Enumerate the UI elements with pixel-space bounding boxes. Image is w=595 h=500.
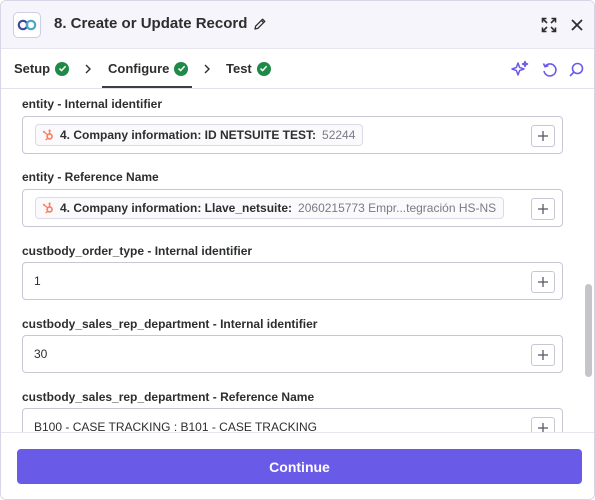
field-label: custbody_order_type - Internal identifie… [22,244,253,258]
field-value: B100 - CASE TRACKING : B101 - CASE TRACK… [34,420,317,432]
active-tab-indicator [102,86,192,88]
pill-value: 52244 [322,128,356,142]
plus-icon [538,277,548,287]
plus-icon [538,204,548,214]
tab-configure[interactable]: Configure [108,61,189,76]
hubspot-icon [42,129,53,141]
sparkle-icon[interactable] [511,60,529,78]
pencil-icon[interactable] [253,17,267,31]
add-mapping-button[interactable] [531,417,555,432]
add-mapping-button[interactable] [531,125,555,147]
sales-rep-department-id-input[interactable]: 30 [22,335,563,373]
check-circle-icon [55,61,70,76]
search-icon[interactable] [567,60,585,78]
chevron-right-icon [204,64,210,74]
entity-reference-name-input[interactable]: 4. Company information: Llave_netsuite: … [22,189,563,227]
step-tabs: Setup Configure Test [1,49,594,89]
field-label: custbody_sales_rep_department - Internal… [22,317,318,331]
entity-internal-id-input[interactable]: 4. Company information: ID NETSUITE TEST… [22,116,563,154]
add-mapping-button[interactable] [531,198,555,220]
fields-scroll-area[interactable]: entity - Internal identifier 4. Company … [1,90,594,432]
check-circle-icon [256,61,271,76]
continue-button[interactable]: Continue [17,449,582,484]
close-icon[interactable] [568,16,586,34]
field-label: entity - Reference Name [22,170,159,184]
field-value: 30 [34,347,48,361]
mapped-value-pill[interactable]: 4. Company information: ID NETSUITE TEST… [35,124,364,146]
tab-test-label: Test [226,61,252,76]
expand-icon[interactable] [540,16,558,34]
chevron-right-icon [85,64,91,74]
order-type-input[interactable]: 1 [22,262,563,300]
step-editor-panel: 8. Create or Update Record Setup Configu… [0,0,595,500]
pill-value: 2060215773 Empr...tegración HS-NS [298,201,497,215]
refresh-icon[interactable] [540,60,558,78]
vertical-scrollbar[interactable] [585,284,592,377]
tab-setup-label: Setup [14,61,51,76]
panel-header: 8. Create or Update Record [1,1,594,49]
check-circle-icon [174,61,189,76]
plus-icon [538,131,548,141]
tab-configure-label: Configure [108,61,170,76]
panel-footer: Continue [1,432,594,499]
pill-label: 4. Company information: Llave_netsuite: [60,201,293,215]
hubspot-icon [42,202,53,214]
pill-label: 4. Company information: ID NETSUITE TEST… [60,128,317,142]
mapped-value-pill[interactable]: 4. Company information: Llave_netsuite: … [35,197,505,219]
tab-setup[interactable]: Setup [14,61,70,76]
add-mapping-button[interactable] [531,271,555,293]
sales-rep-department-name-input[interactable]: B100 - CASE TRACKING : B101 - CASE TRACK… [22,408,563,432]
app-logo-icon [13,12,41,38]
plus-icon [538,350,548,360]
field-label: entity - Internal identifier [22,97,163,111]
plus-icon [538,423,548,432]
field-label: custbody_sales_rep_department - Referenc… [22,390,315,404]
field-value: 1 [34,274,41,288]
tab-test[interactable]: Test [226,61,271,76]
add-mapping-button[interactable] [531,344,555,366]
step-title: 8. Create or Update Record [54,15,267,32]
step-title-text: 8. Create or Update Record [54,15,248,32]
